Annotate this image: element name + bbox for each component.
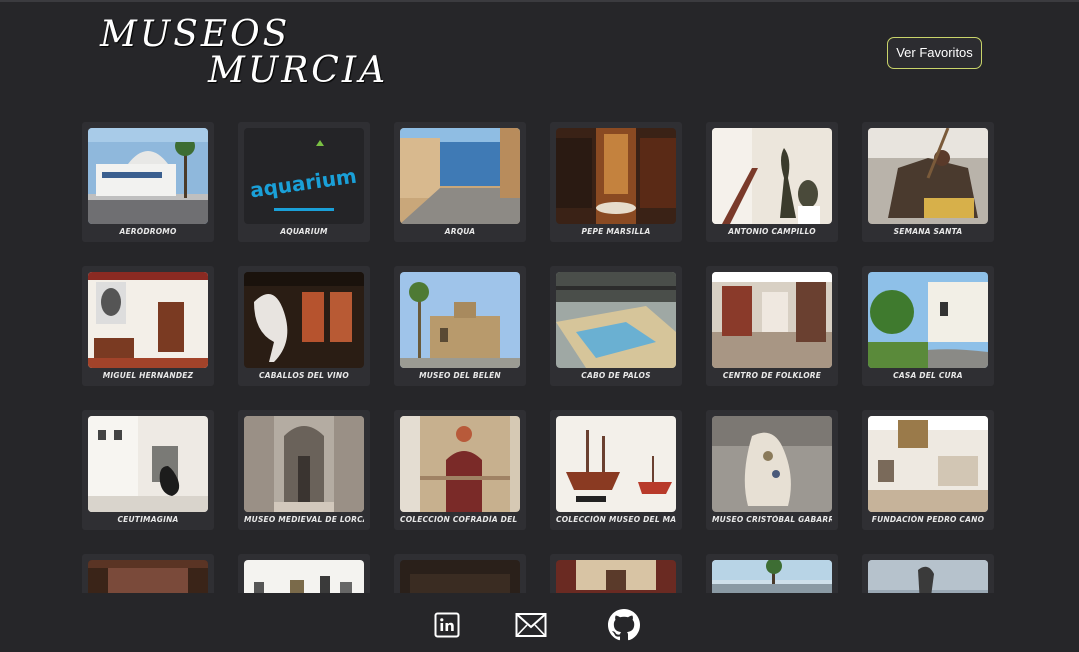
logo-line-museos: MUSEOS — [100, 14, 291, 55]
museo-del-belen-photo[interactable] — [400, 272, 520, 368]
pedro-cano-photo[interactable] — [868, 416, 988, 512]
museum-card-label: MUSEO CRISTÓBAL GABARRÓN — [712, 515, 832, 524]
github-icon[interactable] — [607, 608, 641, 642]
museum-card-label: MIGUEL HERNÁNDEZ — [102, 371, 194, 380]
museum-card[interactable]: FUNDACIÓN PEDRO CANO — [862, 410, 994, 530]
museum-card[interactable] — [394, 554, 526, 593]
arqua-photo[interactable] — [400, 128, 520, 224]
mail-icon[interactable] — [514, 608, 548, 642]
cristobal-gabarron-photo[interactable] — [712, 416, 832, 512]
museum-photo-19[interactable] — [88, 560, 208, 593]
museum-card-label: PEPE MARSILLA — [581, 227, 651, 236]
museum-card-label: COLECCIÓN MUSEO DEL MAR — [556, 515, 676, 524]
museum-card[interactable]: PEPE MARSILLA — [550, 122, 682, 242]
museum-card[interactable] — [862, 554, 994, 593]
museum-card[interactable]: AERÓDROMO — [82, 122, 214, 242]
museum-card-label: CENTRO DE FOLKLORE — [722, 371, 822, 380]
museo-medieval-lorca-photo[interactable] — [244, 416, 364, 512]
museum-card[interactable] — [82, 554, 214, 593]
museum-card-label: ANTONIO CAMPILLO — [728, 227, 816, 236]
museum-card-label: CASA DEL CURA — [893, 371, 963, 380]
museum-card[interactable]: aquarium AQUARIUM — [238, 122, 370, 242]
museum-card[interactable]: CEUTIMAGINA — [82, 410, 214, 530]
aquarium-logo[interactable]: aquarium — [244, 128, 364, 224]
casa-del-cura-photo[interactable] — [868, 272, 988, 368]
museum-card[interactable]: ANTONIO CAMPILLO — [706, 122, 838, 242]
museum-grid: AERÓDROMO aquarium AQUARIUM ARQUA PEPE MARSI… — [82, 122, 1002, 593]
museum-card-label: MUSEO MEDIEVAL DE LORCA — [244, 515, 364, 524]
museum-photo-21[interactable] — [400, 560, 520, 593]
caballos-del-vino-photo[interactable] — [244, 272, 364, 368]
museum-card[interactable]: MUSEO DEL BELÉN — [394, 266, 526, 386]
pepe-marsilla-photo[interactable] — [556, 128, 676, 224]
cabo-de-palos-photo[interactable] — [556, 272, 676, 368]
museum-card-label: AQUARIUM — [280, 227, 328, 236]
view-favorites-button[interactable]: Ver Favoritos — [887, 37, 982, 69]
museum-card[interactable]: MIGUEL HERNÁNDEZ — [82, 266, 214, 386]
centro-de-folklore-photo[interactable] — [712, 272, 832, 368]
miguel-hernandez-photo[interactable] — [88, 272, 208, 368]
cofradia-del-rollo-photo[interactable] — [400, 416, 520, 512]
antonio-campillo-photo[interactable] — [712, 128, 832, 224]
museum-photo-22[interactable] — [556, 560, 676, 593]
museum-card[interactable]: SEMANA SANTA — [862, 122, 994, 242]
museum-gallery[interactable]: AERÓDROMO aquarium AQUARIUM ARQUA PEPE MARSI… — [82, 122, 1002, 593]
museum-card-label: FUNDACIÓN PEDRO CANO — [871, 515, 985, 524]
museum-card[interactable]: MUSEO CRISTÓBAL GABARRÓN — [706, 410, 838, 530]
ceutimagina-photo[interactable] — [88, 416, 208, 512]
museum-photo-20[interactable] — [244, 560, 364, 593]
museum-card-label: MUSEO DEL BELÉN — [419, 371, 501, 380]
museum-card-label: CABALLOS DEL VINO — [259, 371, 349, 380]
semana-santa-photo[interactable] — [868, 128, 988, 224]
top-border — [0, 0, 1079, 2]
museum-card[interactable]: COLECCIÓN MUSEO DEL MAR — [550, 410, 682, 530]
site-logo[interactable]: MUSEOS MURCIA — [100, 12, 385, 98]
museum-photo-23[interactable] — [712, 560, 832, 593]
logo-line-murcia: MURCIA — [208, 50, 389, 91]
footer — [0, 598, 1079, 652]
aerodrome-photo[interactable] — [88, 128, 208, 224]
museo-del-mar-photo[interactable] — [556, 416, 676, 512]
museum-card[interactable]: CABALLOS DEL VINO — [238, 266, 370, 386]
museum-card[interactable] — [238, 554, 370, 593]
museum-card-label: COLECCIÓN COFRADÍA DEL ROLLO — [400, 515, 520, 524]
museum-card[interactable] — [550, 554, 682, 593]
museum-card-label: CABO DE PALOS — [581, 371, 651, 380]
museum-card-label: SEMANA SANTA — [893, 227, 963, 236]
linkedin-icon[interactable] — [430, 608, 464, 642]
museum-card-label: CEUTIMAGINA — [117, 515, 179, 524]
museum-card[interactable]: CENTRO DE FOLKLORE — [706, 266, 838, 386]
museum-card-label: ARQUA — [444, 227, 476, 236]
museum-card[interactable]: CASA DEL CURA — [862, 266, 994, 386]
museum-card-label: AERÓDROMO — [119, 227, 177, 236]
museum-card[interactable] — [706, 554, 838, 593]
museum-card[interactable]: ARQUA — [394, 122, 526, 242]
museum-card[interactable]: COLECCIÓN COFRADÍA DEL ROLLO — [394, 410, 526, 530]
museum-photo-24[interactable] — [868, 560, 988, 593]
museum-card[interactable]: CABO DE PALOS — [550, 266, 682, 386]
museum-card[interactable]: MUSEO MEDIEVAL DE LORCA — [238, 410, 370, 530]
